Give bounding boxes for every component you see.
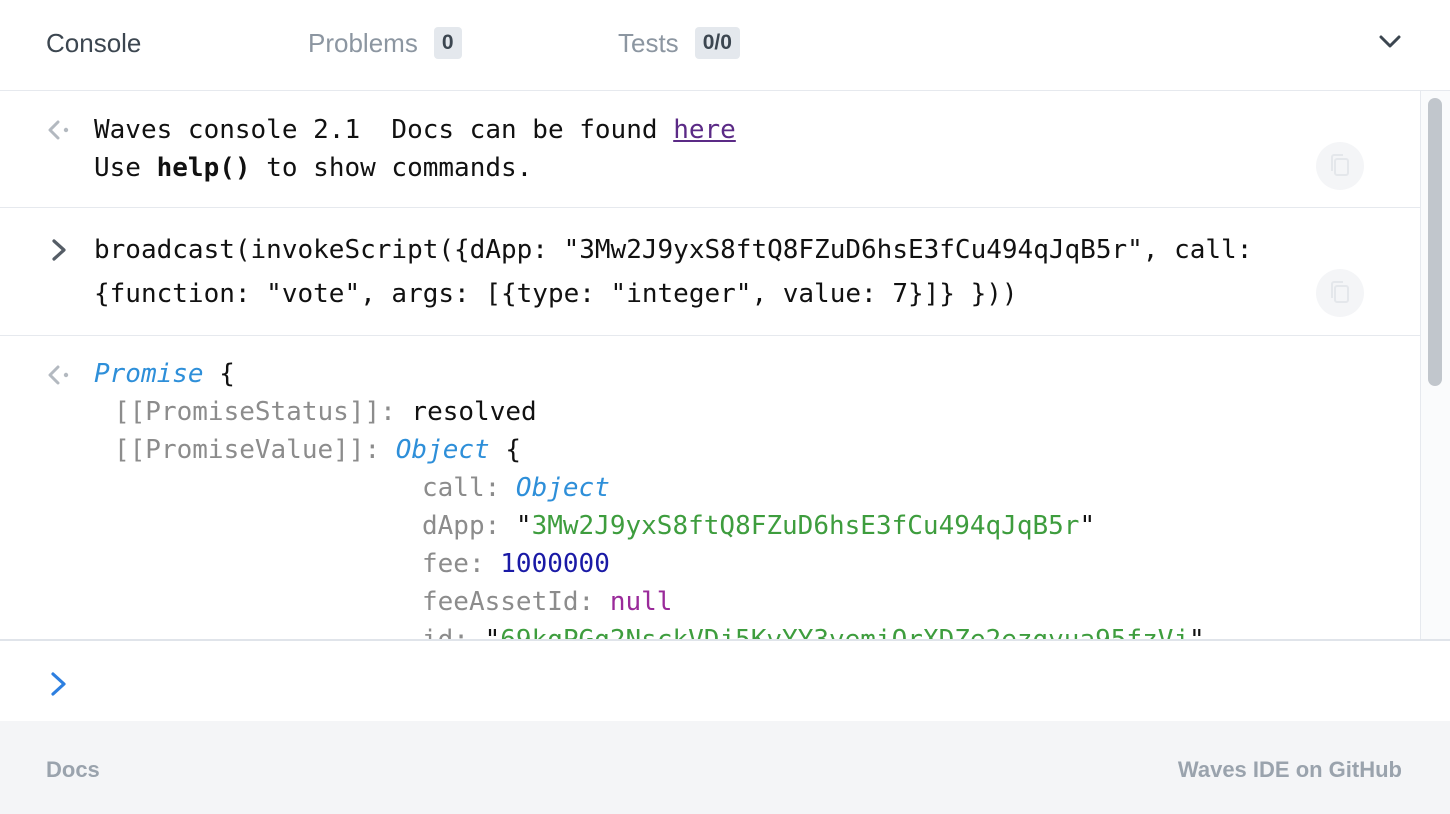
scrollbar-thumb[interactable] — [1428, 98, 1442, 386]
chevron-right-icon — [46, 237, 72, 263]
log-entry-result: Promise { [[PromiseStatus]]: resolved [[… — [0, 335, 1420, 639]
tab-console[interactable]: Console — [46, 26, 141, 60]
console-log[interactable]: Waves console 2.1 Docs can be found here… — [0, 91, 1420, 639]
console-input[interactable] — [94, 659, 1398, 707]
copy-button[interactable] — [1316, 269, 1364, 317]
docs-here-link[interactable]: here — [673, 115, 736, 145]
problems-count-badge: 0 — [433, 27, 462, 59]
promise-value-row[interactable]: [[PromiseValue]]: Object { — [114, 433, 521, 467]
field-id: id: "69kgPGg2NsckVDj5KvYY3vemiQrXDZe2ezg… — [422, 623, 1205, 639]
github-link[interactable]: Waves IDE on GitHub — [1178, 757, 1402, 783]
chevron-right-icon — [46, 669, 72, 699]
chevron-down-icon[interactable] — [1376, 30, 1404, 54]
result-header[interactable]: Promise { — [94, 357, 235, 391]
promise-status-row: [[PromiseStatus]]: resolved — [114, 397, 537, 427]
footer: Docs Waves IDE on GitHub — [0, 721, 1450, 814]
help-command: help() — [156, 153, 251, 183]
tab-console-label: Console — [46, 27, 142, 58]
command-line-2: {function: "vote", args: [{type: "intege… — [94, 279, 1018, 309]
console-input-area — [0, 639, 1450, 723]
log-entry-command: broadcast(invokeScript({dApp: "3Mw2J9yxS… — [0, 207, 1420, 336]
tab-tests-label: Tests — [618, 27, 679, 58]
output-arrow-icon — [46, 117, 72, 143]
tab-problems[interactable]: Problems 0 — [308, 26, 462, 60]
field-fee: fee: 1000000 — [422, 549, 610, 579]
tab-problems-label: Problems — [308, 27, 418, 58]
docs-link[interactable]: Docs — [46, 757, 100, 783]
field-dapp: dApp: "3Mw2J9yxS8ftQ8FZuD6hsE3fCu494qJqB… — [422, 511, 1096, 541]
tab-tests[interactable]: Tests 0/0 — [618, 26, 740, 60]
command-line-1: broadcast(invokeScript({dApp: "3Mw2J9yxS… — [94, 235, 1253, 265]
output-arrow-icon — [46, 362, 72, 388]
copy-button[interactable] — [1316, 142, 1364, 190]
copy-icon — [1331, 154, 1349, 176]
field-fee-asset-id: feeAssetId: null — [422, 587, 673, 617]
welcome-line-2: Use help() to show commands. — [94, 153, 533, 183]
tests-count-badge: 0/0 — [694, 27, 740, 59]
field-call[interactable]: call: Object — [422, 471, 610, 505]
log-entry-welcome: Waves console 2.1 Docs can be found here… — [0, 91, 1420, 208]
tab-bar: Console Problems 0 Tests 0/0 — [0, 0, 1450, 91]
welcome-line-1: Waves console 2.1 Docs can be found here — [94, 115, 736, 145]
console-panel: Console Problems 0 Tests 0/0 Waves conso — [0, 0, 1450, 814]
copy-icon — [1331, 281, 1349, 303]
